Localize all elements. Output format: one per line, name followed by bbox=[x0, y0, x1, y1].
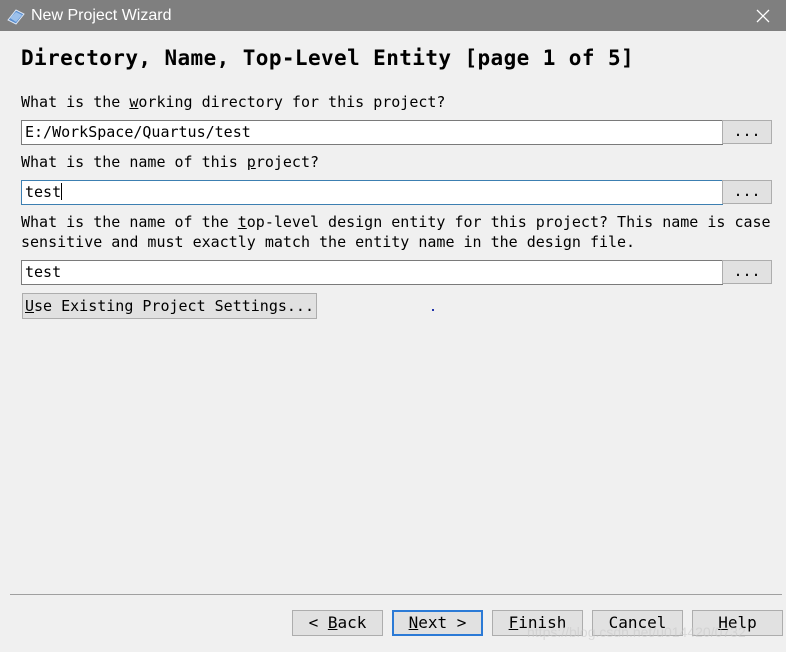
next-button[interactable]: Next > bbox=[392, 610, 483, 636]
close-button[interactable] bbox=[740, 0, 786, 31]
top-level-entity-input[interactable]: test bbox=[21, 260, 723, 285]
footer-divider bbox=[10, 594, 782, 595]
watermark: https://blog.csdn.net/u014420/0732 bbox=[527, 624, 746, 640]
project-name-label: What is the name of this project? bbox=[21, 153, 320, 171]
use-existing-settings-button[interactable]: Use Existing Project Settings... bbox=[22, 293, 317, 319]
directory-label: What is the working directory for this p… bbox=[21, 93, 446, 111]
close-icon bbox=[756, 9, 770, 22]
quartus-app-icon bbox=[7, 9, 25, 25]
stray-dot bbox=[432, 309, 434, 311]
entity-label-line1: What is the name of the top-level design… bbox=[21, 213, 771, 231]
directory-browse-button[interactable]: ... bbox=[722, 120, 772, 144]
page-heading: Directory, Name, Top-Level Entity [page … bbox=[21, 46, 635, 70]
project-name-browse-button[interactable]: ... bbox=[722, 180, 772, 204]
text-caret bbox=[61, 183, 63, 200]
title-bar: New Project Wizard bbox=[0, 0, 786, 31]
project-name-input[interactable]: test bbox=[21, 180, 723, 205]
window-title: New Project Wizard bbox=[31, 7, 172, 24]
entity-browse-button[interactable]: ... bbox=[722, 260, 772, 284]
entity-label-line2: sensitive and must exactly match the ent… bbox=[21, 233, 636, 251]
back-button[interactable]: < Back bbox=[292, 610, 383, 636]
directory-input[interactable]: E:/WorkSpace/Quartus/test bbox=[21, 120, 723, 145]
